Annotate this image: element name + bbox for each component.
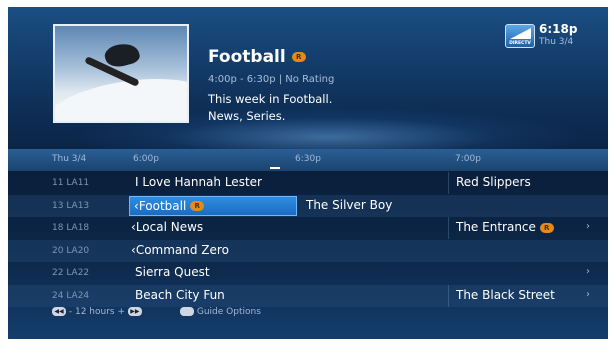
guide-options[interactable]: Guide Options xyxy=(180,307,261,317)
program-time-rating: 4:00p - 6:30p | No Rating xyxy=(208,74,335,85)
selected-program-cell[interactable]: ‹Football R xyxy=(129,195,297,216)
guide-row: 13 LA13 ‹Football R The Silver Boy xyxy=(8,194,608,217)
program-thumbnail xyxy=(53,24,189,123)
directv-logo-icon: DIRECTV xyxy=(505,24,535,48)
guide-options-text: Guide Options xyxy=(196,307,261,317)
selected-program-title: Football xyxy=(138,198,187,213)
record-badge-icon: R xyxy=(190,201,205,211)
header-date: Thu 3/4 xyxy=(52,154,87,164)
guide-footer: ◀◀ - 12 hours + ▶▶ Guide Options xyxy=(8,306,608,320)
program-cell[interactable]: ‹Command Zero xyxy=(131,243,229,257)
program-title-area: Football R xyxy=(208,47,306,67)
program-title: Football xyxy=(208,47,286,67)
hours-text: - 12 hours + xyxy=(68,307,126,317)
clock-date: Thu 3/4 xyxy=(539,37,574,47)
guide-row: 18 LA18 ‹Local News The Entrance R › xyxy=(8,217,608,240)
fast-forward-button-icon: ▶▶ xyxy=(127,307,142,316)
program-cell[interactable]: I Love Hannah Lester xyxy=(135,175,262,189)
program-cell[interactable]: ‹Local News xyxy=(131,220,203,234)
program-cell[interactable]: The Black Street xyxy=(456,288,555,302)
record-badge-icon: R xyxy=(291,52,306,62)
channel-label: 20 LA20 xyxy=(52,245,90,256)
tv-guide-screen: Football R 4:00p - 6:30p | No Rating Thi… xyxy=(8,7,608,339)
program-cell[interactable]: The Silver Boy xyxy=(306,198,392,212)
program-cell[interactable]: Sierra Quest xyxy=(135,265,210,279)
program-cell[interactable]: Beach City Fun xyxy=(135,288,225,302)
right-chevron-icon: › xyxy=(586,266,590,277)
guide-row: 22 LA22 Sierra Quest › xyxy=(8,262,608,285)
program-description: This week in Football. News, Series. xyxy=(208,91,408,125)
channel-label: 24 LA24 xyxy=(52,290,90,301)
program-cell[interactable]: The Entrance R xyxy=(456,220,554,234)
right-chevron-icon: › xyxy=(586,221,590,232)
record-badge-icon: R xyxy=(539,222,554,233)
guide-grid: 11 LA11 I Love Hannah Lester Red Slipper… xyxy=(8,172,608,307)
clock-time: 6:18p xyxy=(539,22,578,36)
time-slot-1: 6:00p xyxy=(133,154,159,164)
guide-row: 11 LA11 I Love Hannah Lester Red Slipper… xyxy=(8,172,608,195)
program-cell[interactable]: Red Slippers xyxy=(456,175,531,189)
guide-row: 20 LA20 ‹Command Zero xyxy=(8,239,608,262)
channel-label: 11 LA11 xyxy=(52,178,90,188)
channel-label: 22 LA22 xyxy=(52,268,90,278)
channel-label: 13 LA13 xyxy=(52,200,90,211)
guide-row: 24 LA24 Beach City Fun The Black Street … xyxy=(8,284,608,307)
hours-control[interactable]: ◀◀ - 12 hours + ▶▶ xyxy=(52,307,142,317)
time-slot-3: 7:00p xyxy=(455,154,481,164)
options-button-icon xyxy=(180,307,194,316)
rewind-button-icon: ◀◀ xyxy=(52,307,66,316)
channel-label: 18 LA18 xyxy=(52,223,90,233)
guide-time-header: Thu 3/4 6:00p 6:30p 7:00p xyxy=(8,149,608,171)
right-chevron-icon: › xyxy=(586,288,590,300)
time-slot-2: 6:30p xyxy=(295,154,321,164)
brand-text: DIRECTV xyxy=(509,41,531,46)
description-line-2: News, Series. xyxy=(208,109,286,123)
current-time-marker xyxy=(270,167,280,169)
description-line-1: This week in Football. xyxy=(208,92,333,106)
